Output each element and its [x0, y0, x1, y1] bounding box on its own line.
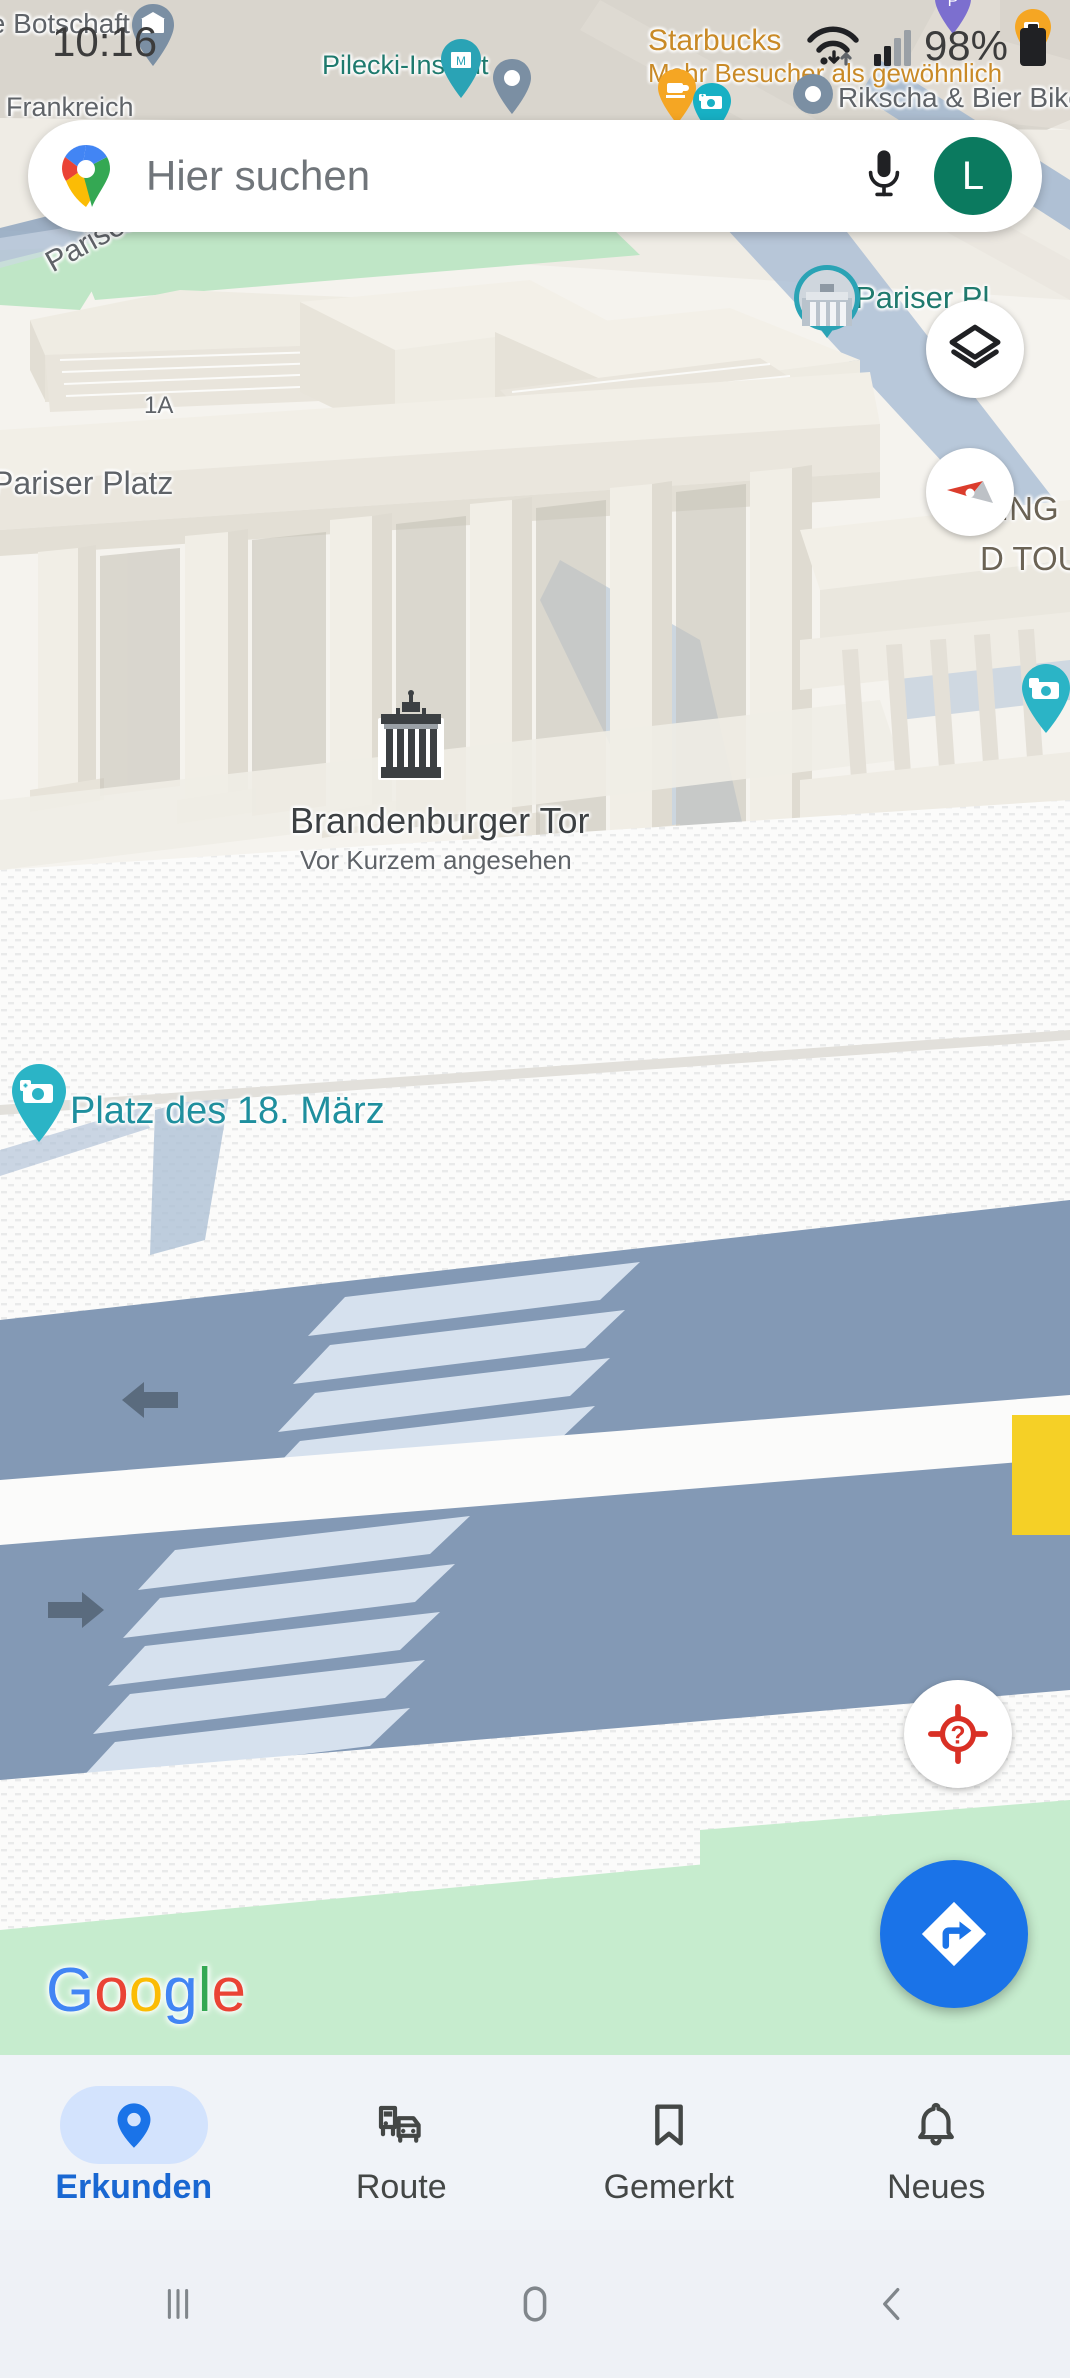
nav-pill-route — [327, 2086, 475, 2164]
map-label-embassy: ische Botschaft — [0, 8, 130, 39]
bell-icon — [918, 2102, 955, 2146]
nav-label-gemerkt: Gemerkt — [603, 2168, 734, 2206]
map-label-frankreich: Frankreich — [6, 92, 134, 122]
directions-icon — [921, 1901, 987, 1967]
search-input[interactable]: Hier suchen — [146, 152, 852, 200]
map-pin-icon — [117, 2103, 151, 2148]
bottom-navigation-bar: Erkunden Route Gemerkt Neues — [0, 2055, 1070, 2230]
map-label-house-number: 1A — [144, 392, 174, 419]
google-maps-pin-logo-icon — [61, 144, 111, 207]
logo-letter-e: e — [211, 1956, 246, 2025]
logo-letter-g2: g — [163, 1956, 198, 2025]
compass-button[interactable] — [926, 448, 1014, 536]
map-label-brandenburger-tor[interactable]: Brandenburger Tor — [290, 800, 590, 842]
logo-letter-g1: G — [46, 1956, 95, 2025]
museum-pin-icon[interactable]: M — [438, 38, 484, 100]
nav-item-erkunden[interactable]: Erkunden — [0, 2055, 268, 2230]
brandenburger-tor-landmark-icon[interactable] — [368, 688, 454, 796]
map-label-platz-des-18-maerz[interactable]: Platz des 18. März — [70, 1090, 385, 1133]
directions-fab-button[interactable] — [880, 1860, 1028, 2008]
layers-icon — [949, 324, 1001, 369]
android-home-button[interactable] — [357, 2230, 714, 2378]
home-icon — [523, 2286, 547, 2322]
location-unknown-icon: ? — [928, 1704, 988, 1764]
logo-letter-o2: o — [128, 1956, 164, 2025]
android-back-button[interactable] — [713, 2230, 1070, 2378]
bookmark-icon — [654, 2104, 683, 2146]
map-label-pariser-platz: Pariser Platz — [0, 465, 174, 501]
nav-label-erkunden: Erkunden — [55, 2168, 213, 2206]
parking-pin-icon[interactable]: P — [932, 0, 974, 36]
back-icon — [882, 2287, 900, 2321]
voice-search-button[interactable] — [852, 144, 916, 208]
compass-icon — [947, 481, 993, 503]
android-recents-button[interactable] — [0, 2230, 357, 2378]
generic-pin-icon[interactable] — [490, 58, 534, 116]
embassy-pin-icon[interactable] — [128, 2, 178, 68]
nav-label-route: Route — [355, 2168, 447, 2206]
platz18-photo-pin-icon[interactable] — [8, 1062, 70, 1144]
map-label-tour-line2: D TOU — [980, 540, 1070, 577]
map-label-rikscha[interactable]: Rikscha & Bier Bike — [838, 82, 1070, 114]
map-canvas[interactable]: Frankreich ische Botschaft Pilecki-Insti… — [0, 0, 1070, 2055]
search-bar[interactable]: Hier suchen L — [28, 120, 1042, 232]
google-attribution-logo: Google — [46, 1955, 246, 2026]
logo-letter-l: l — [197, 1956, 212, 2025]
svg-text:?: ? — [951, 1722, 966, 1749]
pariser-platz-photo-pin[interactable] — [790, 262, 864, 354]
svg-text:M: M — [456, 54, 466, 68]
transit-car-icon — [379, 2105, 421, 2143]
avatar-initial: L — [961, 153, 985, 198]
nav-pill-gemerkt — [595, 2086, 743, 2164]
nav-pill-erkunden — [59, 2086, 208, 2164]
account-avatar[interactable]: L — [934, 137, 1012, 215]
microphone-icon — [868, 150, 900, 197]
android-navigation-bar — [0, 2230, 1070, 2378]
rikscha-pin-icon[interactable] — [790, 72, 836, 120]
nav-label-neues: Neues — [887, 2168, 986, 2206]
logo-letter-o1: o — [94, 1956, 129, 2025]
svg-text:P: P — [948, 0, 959, 10]
layers-button[interactable] — [926, 300, 1024, 398]
nav-item-route[interactable]: Route — [268, 2055, 536, 2230]
nav-item-neues[interactable]: Neues — [803, 2055, 1070, 2230]
google-maps-screen: Frankreich ische Botschaft Pilecki-Insti… — [0, 0, 1070, 2378]
cafe-pin-right-icon[interactable] — [1012, 8, 1054, 64]
my-location-button[interactable]: ? — [904, 1680, 1012, 1788]
map-label-brandenburger-tor-sub: Vor Kurzem angesehen — [300, 845, 572, 875]
nav-item-gemerkt[interactable]: Gemerkt — [535, 2055, 803, 2230]
nav-pill-neues — [862, 2086, 1010, 2164]
map-label-starbucks[interactable]: Starbucks — [648, 24, 781, 58]
photo-pin-right-icon[interactable] — [1018, 662, 1070, 736]
recents-icon — [168, 2289, 189, 2319]
